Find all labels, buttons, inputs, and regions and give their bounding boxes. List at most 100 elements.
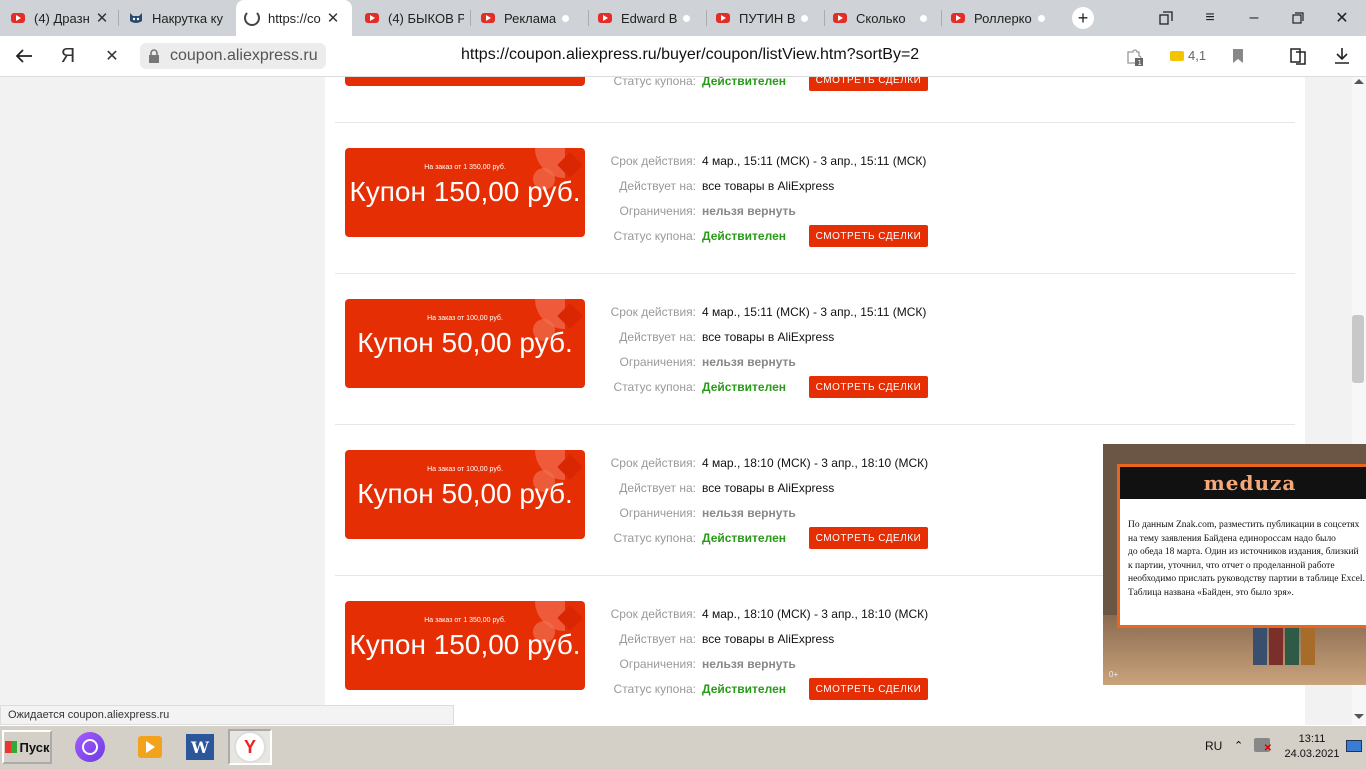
- tab-youtube-rollerko[interactable]: Роллерко: [950, 4, 1050, 32]
- view-deals-button[interactable]: СМОТРЕТЬ СДЕЛКИ: [809, 376, 928, 398]
- coupon-row: На заказ от 100,00 руб. Купон 50,00 руб.…: [335, 274, 1295, 425]
- word-icon[interactable]: W: [180, 729, 220, 765]
- address-bar: Я ✕ coupon.aliexpress.ru https://coupon.…: [0, 36, 1366, 77]
- youtube-icon: [597, 10, 613, 26]
- close-window-icon[interactable]: ✕: [1332, 8, 1352, 28]
- coupon-condition: На заказ от 1 350,00 руб.: [424, 617, 506, 624]
- windows-logo-icon: [4, 741, 17, 753]
- audio-playing-icon: [562, 14, 569, 22]
- restrictions-line: Ограничения: нельзя вернуть: [619, 506, 796, 520]
- view-deals-button[interactable]: СМОТРЕТЬ СДЕЛКИ: [809, 225, 928, 247]
- restrictions-line: Ограничения: нельзя вернуть: [619, 355, 796, 369]
- coupon-row: На заказ от 1 350,00 руб. Купон 150,00 р…: [335, 123, 1295, 274]
- restore-icon[interactable]: [1288, 8, 1308, 28]
- coupon-card[interactable]: [345, 77, 585, 86]
- validity-line: Срок действия: 4 мар., 15:11 (МСК) - 3 ап…: [610, 305, 927, 319]
- alice-assistant-icon[interactable]: [70, 729, 110, 765]
- taskbar: Пуск W Y RU ⌃ ✕ 13:11 24.03.2021: [0, 725, 1366, 769]
- coupon-condition: На заказ от 100,00 руб.: [427, 315, 503, 322]
- tab-youtube-putin[interactable]: ПУТИН В: [715, 4, 815, 32]
- domain-text: coupon.aliexpress.ru: [170, 47, 318, 64]
- start-button[interactable]: Пуск: [2, 730, 52, 764]
- close-icon[interactable]: ✕: [96, 9, 109, 27]
- youtube-icon: [10, 10, 26, 26]
- menu-icon[interactable]: ≡: [1200, 8, 1220, 28]
- svg-text:1: 1: [1138, 59, 1142, 66]
- coupon-card[interactable]: На заказ от 100,00 руб. Купон 50,00 руб.: [345, 299, 585, 388]
- audio-playing-icon: [920, 14, 927, 22]
- scroll-up-arrow-icon[interactable]: [1354, 79, 1364, 84]
- new-tab-button[interactable]: +: [1072, 7, 1094, 29]
- clock[interactable]: 13:11 24.03.2021: [1282, 732, 1342, 762]
- news-text: По данным Znak.com, разместить публикаци…: [1128, 520, 1365, 598]
- youtube-icon: [715, 10, 731, 26]
- tab-youtube-skolko[interactable]: Сколько: [832, 4, 932, 32]
- show-desktop-icon[interactable]: [1346, 740, 1362, 752]
- applies-line: Действует на: все товары в AliExpress: [619, 632, 835, 646]
- audio-playing-icon: [801, 14, 808, 22]
- coupon-row-partial: Статус купона: Действителен СМОТРЕТЬ СДЕЛ…: [335, 77, 1295, 123]
- tray-expand-icon[interactable]: ⌃: [1234, 739, 1243, 752]
- loading-status: Ожидается coupon.aliexpress.ru: [0, 705, 454, 725]
- tab-active-coupon[interactable]: https://co ✕: [236, 0, 352, 36]
- view-deals-button[interactable]: СМОТРЕТЬ СДЕЛКИ: [809, 77, 928, 91]
- youtube-icon: [950, 10, 966, 26]
- lock-icon: [148, 49, 160, 68]
- tabs-overview-icon[interactable]: [1156, 8, 1176, 28]
- stop-loading-icon[interactable]: ✕: [100, 44, 124, 68]
- coupon-card[interactable]: На заказ от 1 350,00 руб. Купон 150,00 р…: [345, 601, 585, 690]
- audio-playing-icon: [1038, 14, 1045, 22]
- tab-youtube-draznit[interactable]: (4) Дразн ✕: [10, 4, 110, 32]
- restrictions-line: Ограничения: нельзя вернуть: [619, 657, 796, 671]
- status-line: Статус купона: Действителен: [613, 229, 786, 243]
- status-line: Статус купона: Действителен: [613, 682, 786, 696]
- youtube-icon: [364, 10, 380, 26]
- domain-pill[interactable]: coupon.aliexpress.ru: [140, 43, 326, 69]
- language-indicator[interactable]: RU: [1205, 739, 1222, 753]
- age-rating: 0+: [1109, 670, 1119, 679]
- view-deals-button[interactable]: СМОТРЕТЬ СДЕЛКИ: [809, 678, 928, 700]
- tab-youtube-bykov[interactable]: (4) БЫКОВ Р: [364, 4, 464, 32]
- coupon-condition: На заказ от 100,00 руб.: [427, 466, 503, 473]
- validity-line: Срок действия: 4 мар., 15:11 (МСК) - 3 ап…: [610, 154, 927, 168]
- back-arrow-icon[interactable]: [12, 44, 36, 68]
- scroll-thumb[interactable]: [1352, 315, 1364, 383]
- extensions-icon[interactable]: 1: [1122, 44, 1146, 68]
- scroll-down-arrow-icon[interactable]: [1354, 714, 1364, 719]
- tab-bar: (4) Дразн ✕ Накрутка ку https://co ✕ (4)…: [0, 0, 1366, 36]
- status-line: Статус купона: Действителен: [613, 380, 786, 394]
- yandex-logo-icon[interactable]: Я: [56, 44, 80, 68]
- youtube-icon: [480, 10, 496, 26]
- coupon-amount: Купон 50,00 руб.: [357, 327, 573, 358]
- validity-line: Срок действия: 4 мар., 18:10 (МСК) - 3 ап…: [610, 456, 929, 470]
- coupon-card[interactable]: На заказ от 100,00 руб. Купон 50,00 руб.: [345, 450, 585, 539]
- view-deals-button[interactable]: СМОТРЕТЬ СДЕЛКИ: [809, 527, 928, 549]
- tab-youtube-edward[interactable]: Edward B: [597, 4, 697, 32]
- loading-spinner-icon: [244, 10, 260, 26]
- site-rating[interactable]: 4,1: [1170, 48, 1206, 63]
- network-icon[interactable]: ✕: [1254, 738, 1272, 754]
- collections-icon[interactable]: [1286, 44, 1310, 68]
- applies-line: Действует на: все товары в AliExpress: [619, 179, 835, 193]
- coupon-amount: Купон 50,00 руб.: [357, 478, 573, 509]
- yandex-browser-icon: Y: [234, 731, 266, 763]
- coupon-condition: На заказ от 1 350,00 руб.: [424, 164, 506, 171]
- download-icon[interactable]: [1330, 44, 1354, 68]
- coupon-card[interactable]: На заказ от 1 350,00 руб. Купон 150,00 р…: [345, 148, 585, 237]
- news-card[interactable]: meduza По данным Znak.com, разместить пу…: [1117, 464, 1366, 628]
- validity-line: Срок действия: 4 мар., 18:10 (МСК) - 3 ап…: [610, 607, 929, 621]
- media-player-icon[interactable]: [130, 729, 170, 765]
- applies-line: Действует на: все товары в AliExpress: [619, 330, 835, 344]
- news-popup[interactable]: meduza По данным Znak.com, разместить пу…: [1103, 444, 1366, 685]
- bookmark-icon[interactable]: [1226, 44, 1250, 68]
- tab-youtube-reklama[interactable]: Реклама: [480, 4, 580, 32]
- minimize-icon[interactable]: –: [1244, 8, 1264, 28]
- audio-playing-icon: [683, 14, 690, 22]
- coupon-amount: Купон 150,00 руб.: [349, 629, 581, 660]
- url-text[interactable]: https://coupon.aliexpress.ru/buyer/coupo…: [461, 46, 919, 64]
- meduza-logo: meduza: [1120, 467, 1366, 499]
- yandex-browser-task[interactable]: Y: [228, 729, 272, 765]
- cat-icon: [128, 10, 144, 26]
- tab-nakrutka[interactable]: Накрутка ку: [128, 4, 228, 32]
- close-icon[interactable]: ✕: [327, 9, 340, 27]
